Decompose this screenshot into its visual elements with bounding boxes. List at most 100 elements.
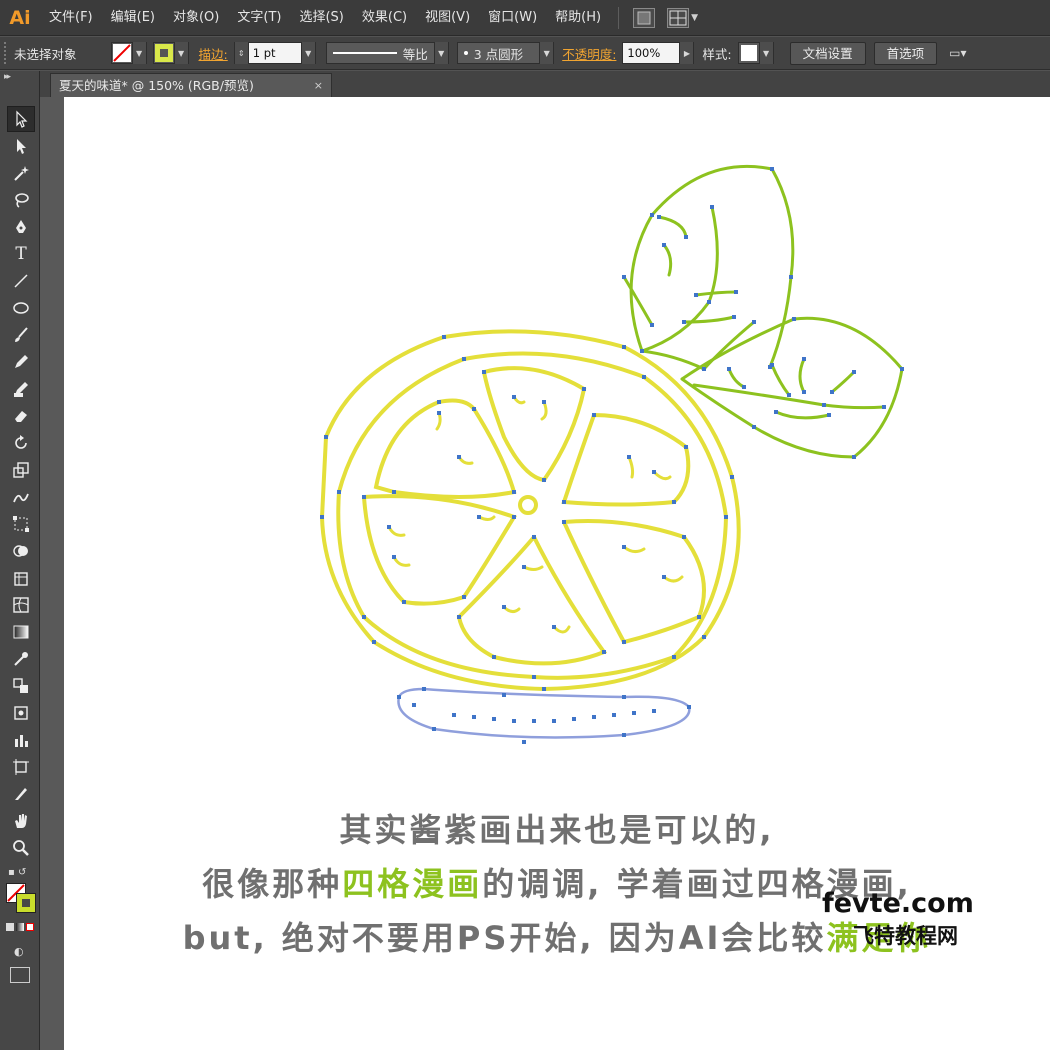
magic-wand-tool-icon[interactable] [7,160,35,186]
blend-tool-icon[interactable] [7,673,35,699]
chevron-right-icon[interactable]: ▶ [679,42,694,64]
anchor-point[interactable] [822,403,826,407]
direct-selection-tool-icon[interactable] [7,133,35,159]
anchor-point[interactable] [492,717,496,721]
variable-width-profile[interactable]: 等比 ▼ [325,42,449,64]
hand-tool-icon[interactable] [7,808,35,834]
stroke-weight-field[interactable]: ⇕ 1 pt ▼ [233,42,316,64]
anchor-point[interactable] [672,500,676,504]
panel-grip[interactable] [4,42,8,64]
anchor-point[interactable] [562,520,566,524]
slice-tool-icon[interactable] [7,781,35,807]
document-tab[interactable]: 夏天的味道* @ 150% (RGB/预览) × [50,73,332,97]
anchor-point[interactable] [770,363,774,367]
anchor-point[interactable] [830,390,834,394]
stroke-panel-link[interactable]: 描边: [199,44,228,63]
preferences-button[interactable]: 首选项 [873,41,938,65]
chevron-down-icon[interactable]: ▼ [131,42,146,64]
stroke-color-icon[interactable] [16,893,36,913]
anchor-point[interactable] [457,455,461,459]
anchor-point[interactable] [392,555,396,559]
graphic-style-swatch[interactable]: ▼ [737,42,774,64]
anchor-point[interactable] [710,205,714,209]
anchor-point[interactable] [657,215,661,219]
pen-tool-icon[interactable] [7,214,35,240]
menu-view[interactable]: 视图(V) [416,0,479,36]
chevron-down-icon[interactable]: ▼ [758,42,773,64]
anchor-point[interactable] [502,605,506,609]
menu-help[interactable]: 帮助(H) [546,0,610,36]
shape-builder-tool-icon[interactable] [7,538,35,564]
blob-brush-tool-icon[interactable] [7,376,35,402]
anchor-point[interactable] [687,705,691,709]
anchor-point[interactable] [477,515,481,519]
anchor-point[interactable] [482,370,486,374]
lasso-tool-icon[interactable] [7,187,35,213]
leaf-back[interactable] [622,164,795,371]
anchor-point[interactable] [437,400,441,404]
artboard-tool-icon[interactable] [7,754,35,780]
anchor-point[interactable] [582,387,586,391]
anchor-point[interactable] [402,600,406,604]
anchor-point[interactable] [542,687,546,691]
anchor-point[interactable] [472,715,476,719]
anchor-point[interactable] [432,727,436,731]
anchor-point[interactable] [622,275,626,279]
screen-mode-icon[interactable] [10,967,30,983]
opacity-field[interactable]: 100% ▶ [622,42,695,64]
anchor-point[interactable] [650,213,654,217]
ellipse-tool-icon[interactable] [7,295,35,321]
anchor-point[interactable] [792,317,796,321]
anchor-point[interactable] [652,709,656,713]
anchor-point[interactable] [770,167,774,171]
menu-edit[interactable]: 编辑(E) [102,0,164,36]
document-setup-button[interactable]: 文档设置 [789,41,866,65]
anchor-point[interactable] [412,703,416,707]
anchor-point[interactable] [734,290,738,294]
anchor-point[interactable] [422,687,426,691]
fill-stroke-swap-icon[interactable]: ▪ ↺ [8,867,26,878]
symbol-sprayer-tool-icon[interactable] [7,565,35,591]
chevron-down-icon[interactable]: ▼ [433,42,448,64]
anchor-point[interactable] [532,719,536,723]
anchor-point[interactable] [452,713,456,717]
anchor-point[interactable] [652,470,656,474]
eyedropper-tool-icon[interactable] [7,646,35,672]
scale-tool-icon[interactable] [7,457,35,483]
anchor-point[interactable] [882,405,886,409]
anchor-point[interactable] [512,719,516,723]
anchor-point[interactable] [542,400,546,404]
mesh-tool-icon[interactable] [7,592,35,618]
menu-type[interactable]: 文字(T) [228,0,290,36]
anchor-point[interactable] [632,711,636,715]
type-tool-icon[interactable]: T [7,241,35,267]
fill-swatch[interactable]: ▼ [110,42,147,64]
zoom-tool-icon[interactable] [7,835,35,861]
anchor-point[interactable] [592,715,596,719]
anchor-point[interactable] [337,490,341,494]
anchor-point[interactable] [702,635,706,639]
stroke-weight-input[interactable]: 1 pt [248,43,301,63]
anchor-point[interactable] [852,370,856,374]
anchor-point[interactable] [730,475,734,479]
anchor-point[interactable] [694,293,698,297]
anchor-point[interactable] [392,490,396,494]
anchor-point[interactable] [592,413,596,417]
pencil-tool-icon[interactable] [7,349,35,375]
anchor-point[interactable] [562,500,566,504]
chevron-down-icon[interactable]: ▼ [300,42,315,64]
anchor-point[interactable] [324,435,328,439]
anchor-point[interactable] [522,740,526,744]
panel-collapse-icon[interactable]: ▸▸ [0,71,39,85]
anchor-point[interactable] [462,595,466,599]
anchor-point[interactable] [732,315,736,319]
free-transform-tool-icon[interactable] [7,511,35,537]
anchor-point[interactable] [852,455,856,459]
opacity-panel-link[interactable]: 不透明度: [562,44,616,63]
anchor-point[interactable] [437,411,441,415]
anchor-point[interactable] [542,478,546,482]
anchor-point[interactable] [532,535,536,539]
anchor-point[interactable] [362,615,366,619]
anchor-point[interactable] [442,335,446,339]
drawing-mode-icon[interactable]: ◐ [14,945,24,958]
